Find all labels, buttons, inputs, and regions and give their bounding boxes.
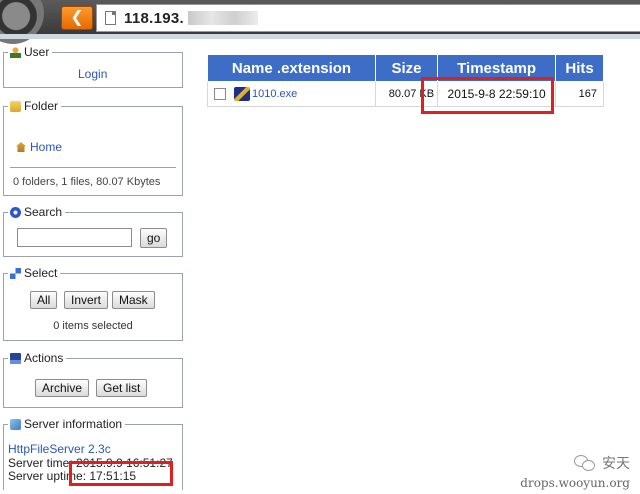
page-icon	[105, 11, 116, 25]
search-input[interactable]	[17, 228, 132, 247]
server-legend-label: Server information	[24, 417, 123, 431]
select-legend: Select	[8, 266, 61, 280]
watermark: 安天 drops.wooyun.org	[520, 453, 630, 490]
search-panel: Search go	[3, 205, 183, 257]
save-icon	[10, 352, 21, 364]
home-link[interactable]: Home	[30, 140, 62, 154]
go-button[interactable]: go	[140, 228, 168, 248]
back-button[interactable]: ❮	[61, 6, 93, 30]
mask-button[interactable]: Mask	[112, 291, 155, 309]
uptime-highlight	[69, 461, 173, 486]
user-panel: User Login	[3, 45, 183, 88]
server-software-link[interactable]: HttpFileServer 2.3c	[8, 442, 111, 456]
actions-panel: Actions Archive Get list	[3, 351, 183, 408]
watermark-brand-row: 安天	[520, 453, 630, 473]
watermark-brand: 安天	[602, 455, 630, 471]
file-hits-cell: 167	[555, 81, 604, 107]
exe-file-icon	[234, 87, 250, 101]
user-legend: User	[8, 45, 53, 59]
scissors-icon	[10, 267, 21, 279]
home-link-row[interactable]: Home	[16, 140, 62, 154]
column-header-hits[interactable]: Hits	[555, 54, 604, 82]
search-icon	[10, 206, 21, 218]
wechat-icon	[574, 455, 596, 471]
url-text: 118.193.	[124, 9, 184, 27]
server-legend: Server information	[8, 417, 126, 431]
archive-button[interactable]: Archive	[35, 379, 90, 397]
file-link[interactable]: 1010.exe	[252, 88, 297, 100]
folder-legend: Folder	[8, 99, 62, 113]
column-header-name[interactable]: Name .extension	[207, 54, 376, 82]
select-legend-label: Select	[24, 266, 58, 280]
browser-toolbar: ❮ 118.193.	[0, 0, 640, 44]
actions-legend: Actions	[8, 351, 67, 365]
user-legend-label: User	[24, 45, 50, 59]
invert-button[interactable]: Invert	[64, 291, 109, 309]
folder-divider	[10, 167, 176, 168]
folder-icon	[10, 100, 21, 112]
user-icon	[10, 46, 21, 58]
select-all-button[interactable]: All	[30, 291, 58, 309]
server-icon	[10, 418, 21, 430]
file-name-cell: 1010.exe	[207, 81, 376, 107]
row-checkbox[interactable]	[214, 88, 226, 100]
search-legend-label: Search	[24, 205, 63, 219]
get-list-button[interactable]: Get list	[96, 379, 148, 397]
toolbar-divider	[0, 34, 640, 39]
timestamp-highlight	[421, 77, 554, 114]
watermark-site: drops.wooyun.org	[520, 476, 630, 490]
search-legend: Search	[8, 205, 66, 219]
select-panel: Select All Invert Mask 0 items selected	[3, 266, 183, 341]
selection-status: 0 items selected	[53, 320, 133, 332]
server-time-label: Server time:	[8, 456, 73, 470]
folder-legend-label: Folder	[24, 99, 59, 113]
url-redacted	[187, 11, 258, 25]
folder-panel: Folder Home 0 folders, 1 files, 80.07 Kb…	[3, 99, 183, 196]
folder-summary: 0 folders, 1 files, 80.07 Kbytes	[13, 176, 161, 188]
chevron-left-icon: ❮	[70, 9, 84, 26]
actions-legend-label: Actions	[24, 351, 64, 365]
home-icon	[16, 142, 26, 152]
address-bar[interactable]: 118.193.	[96, 4, 640, 32]
login-link[interactable]: Login	[78, 67, 107, 81]
